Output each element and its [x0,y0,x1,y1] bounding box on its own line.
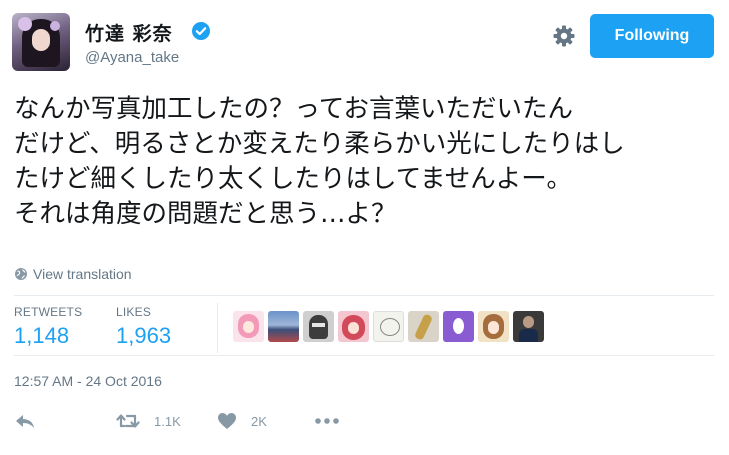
view-translation-label: View translation [33,266,132,282]
divider [14,295,714,296]
liker-avatars [233,311,544,342]
liker-avatar[interactable] [268,311,299,342]
more-button[interactable] [314,412,340,430]
tweet-line: なんか写真加工したの？ってお言葉いただいたん [14,94,573,124]
liker-avatar[interactable] [373,311,404,342]
tweet-line: それは角度の問題だと思う…よ？ [14,199,397,229]
liker-avatar[interactable] [443,311,474,342]
tweet-line: たけど細くしたり太くしたりはしてませんよー。 [14,164,572,194]
avatar-face [32,29,50,51]
retweet-button[interactable]: 1.1K [116,412,181,430]
like-count: 2K [251,413,267,429]
retweet-icon [116,414,140,428]
tweet-line: だけど、明るさとか変えたり柔らかい光にしたりはし [14,129,625,159]
liker-avatar[interactable] [478,311,509,342]
reply-button[interactable] [14,412,36,430]
display-name[interactable]: 竹達 彩奈 [85,19,173,46]
likes-count: 1,963 [116,323,172,348]
liker-avatar[interactable] [338,311,369,342]
retweets-count: 1,148 [14,323,70,348]
divider [14,355,714,356]
verified-badge-icon [192,22,210,40]
following-button[interactable]: Following [590,14,714,58]
more-dots-icon [315,418,339,424]
avatar-flower [18,17,32,31]
tweet-text: なんか写真加工したの？ってお言葉いただいたん だけど、明るさとか変えたり柔らかい… [14,92,714,232]
username[interactable]: @Ayana_take [85,49,179,66]
globe-icon [15,268,27,280]
retweet-count: 1.1K [154,413,181,429]
view-translation-link[interactable]: View translation [14,266,132,282]
tweet-timestamp[interactable]: 12:57 AM - 24 Oct 2016 [14,373,162,389]
liker-avatar[interactable] [513,311,544,342]
heart-icon [218,413,236,429]
likes-stat[interactable]: LIKES 1,963 [116,305,171,349]
retweets-label: RETWEETS [14,305,83,319]
gear-icon[interactable] [552,24,576,48]
stats-separator [217,303,218,353]
reply-icon [16,415,34,428]
retweets-stat[interactable]: RETWEETS 1,148 [14,305,82,349]
likes-label: LIKES [116,305,152,319]
liker-avatar[interactable] [408,311,439,342]
like-button[interactable]: 2K [217,412,267,430]
profile-avatar[interactable] [12,13,70,71]
liker-avatar[interactable] [303,311,334,342]
liker-avatar[interactable] [233,311,264,342]
